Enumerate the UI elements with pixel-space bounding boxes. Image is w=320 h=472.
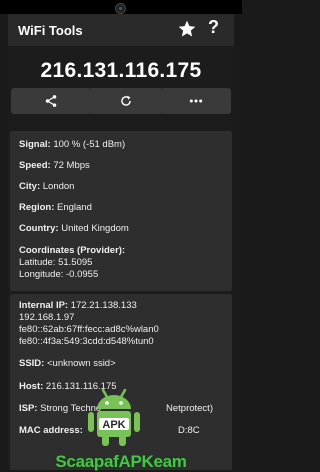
svg-text:APK: APK <box>102 419 125 431</box>
refresh-button[interactable] <box>89 88 163 114</box>
internal-ip-line: fe80::62ab:67ff:fecc:ad8c%wlan0 <box>19 324 159 335</box>
ssid-row: SSID: <unknown ssid> <box>19 358 116 369</box>
region-row: Region: England <box>19 202 92 213</box>
longitude-value: Longitude: -0.0955 <box>19 269 99 280</box>
speed-row: Speed: 72 Mbps <box>19 160 90 171</box>
mac-address-tail: D:8C <box>178 425 200 436</box>
watermark-text: ScaapafAPKeam <box>55 452 187 471</box>
phone-bezel <box>0 0 242 14</box>
city-row: City: London <box>19 181 75 192</box>
apk-android-logo: APK <box>88 388 140 446</box>
app-bar: WiFi Tools ? <box>8 14 234 46</box>
star-icon[interactable] <box>177 19 197 39</box>
more-options-button[interactable] <box>161 88 231 114</box>
help-icon[interactable]: ? <box>208 17 219 38</box>
mac-address-row: MAC address: <box>19 425 83 436</box>
front-camera <box>115 3 126 14</box>
internal-ip-line: 192.168.1.97 <box>19 312 75 323</box>
internal-ip-line: fe80::4f3a:549:3cdd:d548%tun0 <box>19 336 154 347</box>
isp-row-tail: Netprotect) <box>166 403 213 414</box>
app-title: WiFi Tools <box>18 23 83 38</box>
signal-row: Signal: 100 % (-51 dBm) <box>19 139 126 150</box>
share-button[interactable] <box>11 88 91 114</box>
more-icon <box>189 99 203 103</box>
share-icon <box>45 95 57 107</box>
public-ip-address: 216.131.116.175 <box>40 59 202 82</box>
internal-ip-row: Internal IP: 172.21.138.133 <box>19 300 137 311</box>
refresh-icon <box>121 95 131 106</box>
country-row: Country: United Kingdom <box>19 223 129 234</box>
latitude-value: Latitude: 51.5095 <box>19 257 93 268</box>
coordinates-label: Coordinates (Provider): <box>19 245 126 256</box>
connection-info-card: Signal: 100 % (-51 dBm) Speed: 72 Mbps C… <box>10 131 232 291</box>
